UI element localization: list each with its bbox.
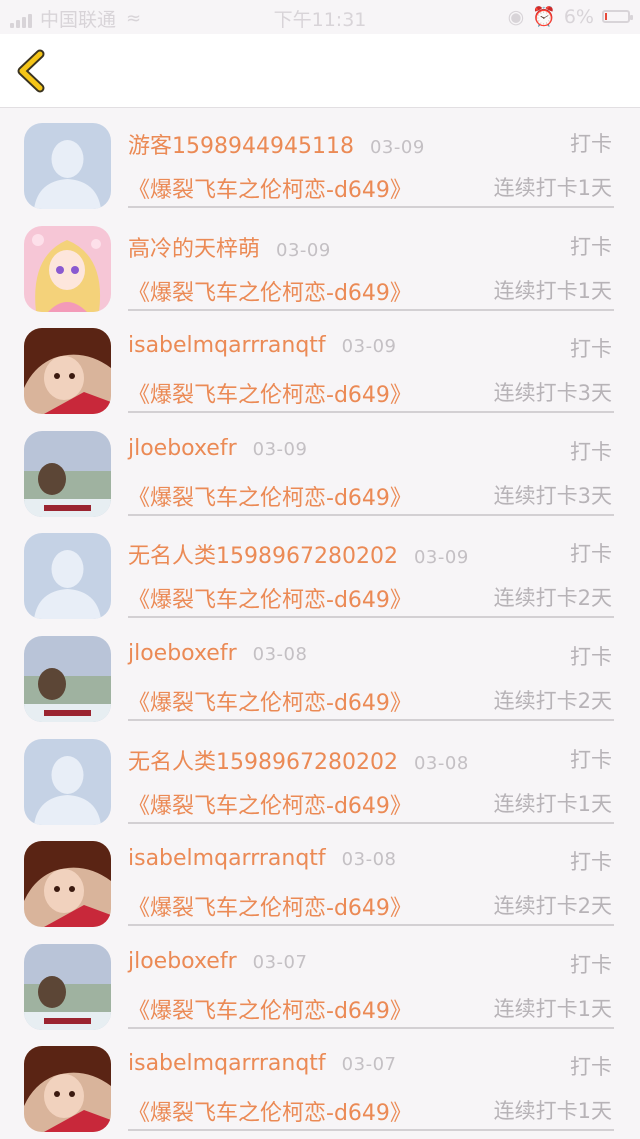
- streak-label: 连续打卡2天: [493, 894, 612, 919]
- list-item[interactable]: jloeboxefr 03-08 打卡《爆裂飞车之伦柯恋-d649》 连续打卡2天: [0, 623, 640, 726]
- battery-icon: [602, 10, 633, 23]
- book-title[interactable]: 《爆裂飞车之伦柯恋-d649》: [128, 172, 412, 204]
- streak-label: 连续打卡1天: [493, 791, 612, 816]
- streak-label: 连续打卡1天: [493, 278, 612, 303]
- user-name[interactable]: 无名人类1598967280202 03-09: [128, 538, 469, 570]
- checkin-label: 打卡: [570, 439, 612, 464]
- checkin-date: 03-08: [341, 849, 397, 871]
- checkin-label: 打卡: [570, 747, 612, 772]
- streak-label: 连续打卡3天: [493, 381, 612, 406]
- checkin-date: 03-07: [341, 1054, 397, 1076]
- divider: [128, 206, 614, 208]
- user-name[interactable]: isabelmqarrranqtf 03-07: [128, 1051, 396, 1076]
- streak-label: 连续打卡2天: [493, 586, 612, 611]
- location-icon: ◉: [507, 5, 525, 28]
- streak-label: 连续打卡1天: [493, 176, 612, 200]
- user-name[interactable]: 游客1598944945118 03-09: [128, 128, 425, 160]
- checkin-date: 03-09: [276, 239, 331, 261]
- checkin-date: 03-09: [252, 438, 308, 460]
- divider: [128, 924, 614, 927]
- checkin-label: 打卡: [570, 542, 612, 567]
- divider: [128, 821, 614, 824]
- book-title[interactable]: 《爆裂飞车之伦柯恋-d649》: [128, 377, 412, 409]
- book-title[interactable]: 《爆裂飞车之伦柯恋-d649》: [128, 582, 412, 614]
- divider: [128, 1026, 614, 1029]
- user-name[interactable]: isabelmqarrranqtf 03-09: [128, 333, 396, 358]
- status-bar-right: ◉ ⏰ 6%: [507, 5, 633, 28]
- battery-percent: 6%: [563, 5, 594, 28]
- divider: [128, 308, 614, 311]
- avatar[interactable]: [24, 738, 111, 825]
- book-title[interactable]: 《爆裂飞车之伦柯恋-d649》: [128, 1095, 412, 1127]
- checkin-date: 03-09: [341, 336, 397, 358]
- streak-label: 连续打卡2天: [493, 688, 612, 713]
- divider: [128, 1129, 614, 1132]
- user-name[interactable]: jloeboxefr 03-07: [128, 949, 307, 974]
- checkin-label: 打卡: [570, 337, 612, 362]
- avatar[interactable]: [24, 943, 111, 1030]
- list-item[interactable]: isabelmqarrranqtf 03-07 打卡《爆裂飞车之伦柯恋-d649》 连…: [0, 1033, 640, 1136]
- book-title[interactable]: 《爆裂飞车之伦柯恋-d649》: [128, 993, 412, 1025]
- avatar[interactable]: [24, 635, 111, 722]
- user-name[interactable]: 无名人类1598967280202 03-08: [128, 744, 469, 776]
- book-title[interactable]: 《爆裂飞车之伦柯恋-d649》: [128, 890, 412, 922]
- nav-bar: [0, 34, 640, 108]
- avatar[interactable]: [24, 328, 111, 415]
- checkin-list: 游客1598944945118 03-09 打卡 《爆裂飞车之伦柯恋-d649》 连续打…: [0, 110, 640, 1136]
- list-item[interactable]: isabelmqarrranqtf 03-08 打卡《爆裂飞车之伦柯恋-d649》 连…: [0, 828, 640, 931]
- book-title[interactable]: 《爆裂飞车之伦柯恋-d649》: [128, 480, 412, 512]
- avatar[interactable]: [24, 225, 111, 312]
- user-name[interactable]: isabelmqarrranqtf 03-08: [128, 846, 396, 871]
- list-item[interactable]: 无名人类1598967280202 03-09 打卡《爆裂飞车之伦柯恋-d649》 连…: [0, 520, 640, 623]
- checkin-label: 打卡: [570, 952, 612, 977]
- streak-label: 连续打卡1天: [493, 996, 612, 1021]
- checkin-label: 打卡: [570, 234, 612, 259]
- user-name[interactable]: 高冷的天梓萌 03-09: [128, 231, 331, 263]
- divider: [128, 411, 614, 414]
- status-bar: 中国联通 ≈ 下午11:31 ◉ ⏰ 6%: [0, 0, 640, 34]
- avatar[interactable]: [24, 430, 111, 517]
- book-title[interactable]: 《爆裂飞车之伦柯恋-d649》: [128, 685, 412, 717]
- checkin-date: 03-08: [413, 752, 469, 774]
- streak-label: 连续打卡3天: [493, 483, 612, 508]
- book-title[interactable]: 《爆裂飞车之伦柯恋-d649》: [128, 788, 412, 820]
- avatar[interactable]: [24, 123, 111, 209]
- avatar[interactable]: [24, 841, 111, 928]
- checkin-date: 03-09: [369, 137, 425, 158]
- checkin-date: 03-07: [252, 951, 308, 973]
- list-item[interactable]: isabelmqarrranqtf 03-09 打卡《爆裂飞车之伦柯恋-d649》 连…: [0, 315, 640, 418]
- checkin-label: 打卡: [570, 132, 612, 156]
- checkin-label: 打卡: [570, 644, 612, 669]
- avatar[interactable]: [24, 1046, 111, 1133]
- list-item[interactable]: jloeboxefr 03-07 打卡《爆裂飞车之伦柯恋-d649》 连续打卡1天: [0, 931, 640, 1034]
- list-item[interactable]: jloeboxefr 03-09 打卡《爆裂飞车之伦柯恋-d649》 连续打卡3天: [0, 418, 640, 521]
- divider: [128, 513, 614, 516]
- list-item[interactable]: 游客1598944945118 03-09 打卡《爆裂飞车之伦柯恋-d649》 连续打…: [0, 110, 640, 213]
- checkin-date: 03-09: [413, 547, 469, 569]
- divider: [128, 718, 614, 721]
- user-name[interactable]: jloeboxefr 03-08: [128, 641, 307, 666]
- list-item[interactable]: 高冷的天梓萌 03-09 打卡《爆裂飞车之伦柯恋-d649》 连续打卡1天: [0, 213, 640, 316]
- book-title[interactable]: 《爆裂飞车之伦柯恋-d649》: [128, 275, 412, 307]
- avatar[interactable]: [24, 533, 111, 620]
- list-item[interactable]: 无名人类1598967280202 03-08 打卡《爆裂飞车之伦柯恋-d649》 连…: [0, 726, 640, 829]
- checkin-label: 打卡: [570, 1055, 612, 1080]
- checkin-date: 03-08: [252, 643, 308, 665]
- user-name[interactable]: jloeboxefr 03-09: [128, 436, 307, 461]
- checkin-label: 打卡: [570, 850, 612, 875]
- back-button[interactable]: [10, 46, 60, 96]
- alarm-icon: ⏰: [532, 6, 556, 28]
- chevron-left-icon: [17, 49, 45, 93]
- divider: [128, 616, 614, 619]
- streak-label: 连续打卡1天: [493, 1099, 612, 1124]
